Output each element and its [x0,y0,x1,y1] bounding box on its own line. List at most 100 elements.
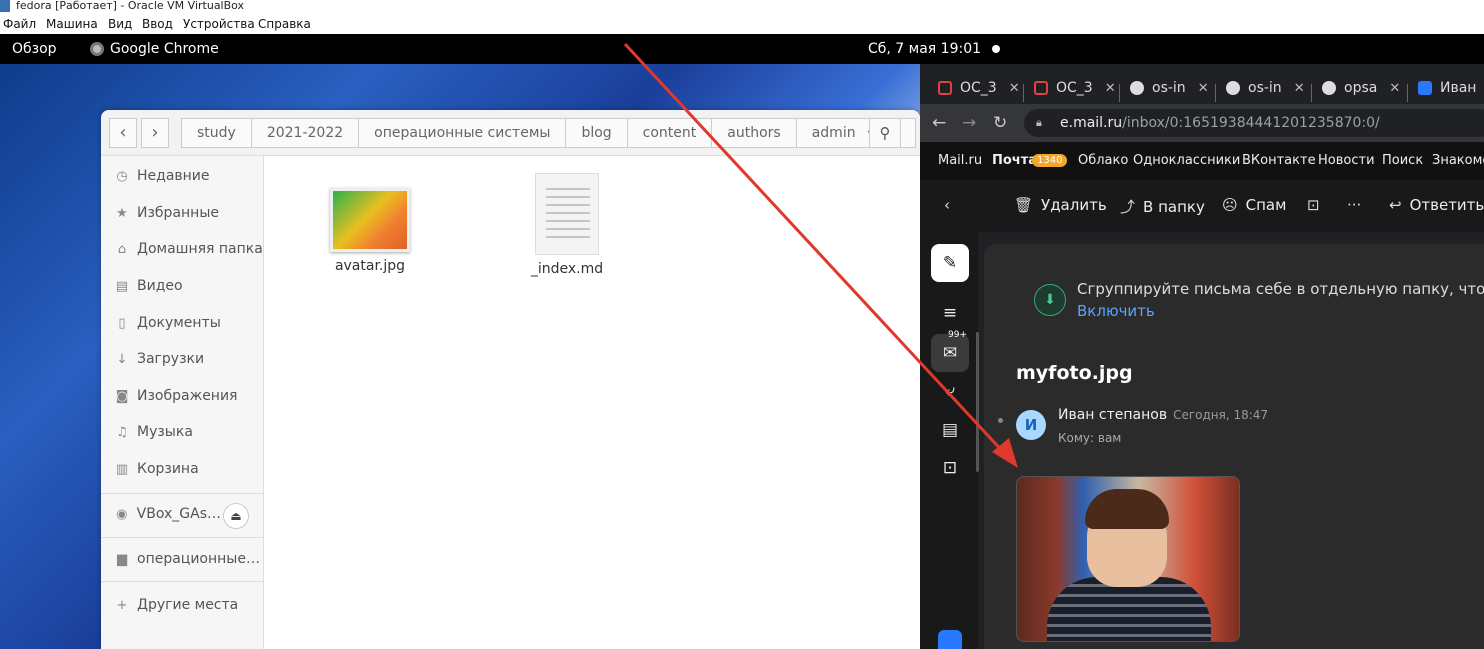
portal-link-mail[interactable]: Почта [992,153,1037,168]
mail-left-rail: ✎ ≡ ✉ 99+ ⤶ ▤ ⊡ [920,232,979,649]
sidebar-item-home[interactable]: ⌂ Домашняя папка [101,234,264,264]
forward-button[interactable]: › [141,118,169,148]
github-icon [1130,81,1144,95]
tab-4[interactable]: os-in ✕ [1226,78,1305,98]
message-view: ⬇ Сгруппируйте письма себе в отдельную п… [984,244,1484,649]
delete-button[interactable]: 🗑︎ Удалить [1014,196,1107,214]
url-path: /inbox/0:16519384441201235870:0/ [1122,115,1380,131]
crumb-content[interactable]: content [628,119,713,147]
search-icon: ⚲ [879,124,891,142]
file-item-avatar[interactable]: avatar.jpg [315,188,425,274]
file-item-index[interactable]: _index.md [512,173,622,277]
menu-button[interactable]: ≡ [931,294,969,332]
back-button[interactable]: ‹ [109,118,137,148]
sidebar-item-downloads[interactable]: ↓ Загрузки [101,344,264,374]
compose-button[interactable]: ✎ [931,244,969,282]
search-button[interactable]: ⚲ [869,118,901,148]
forward-arrow-icon[interactable]: → [962,113,976,133]
unread-dot-icon[interactable] [998,418,1003,423]
menu-file[interactable]: Файл [3,17,36,31]
vbox-titlebar: fedora [Работает] - Oracle VM VirtualBox [0,0,1484,14]
send-icon: ⤶ [945,381,955,401]
sent-button[interactable]: ⤶ [931,372,969,410]
tab-3[interactable]: os-in ✕ [1130,78,1209,98]
tab-label: opsa [1344,80,1378,96]
menu-help[interactable]: Справка [258,17,311,31]
crumb-os[interactable]: операционные системы [359,119,567,147]
clock[interactable]: Сб, 7 мая 19:01 [868,41,981,57]
tab-2[interactable]: ОС_3 ✕ [1034,78,1116,98]
sidebar-item-recent[interactable]: ◷ Недавние [101,161,264,191]
enable-link[interactable]: Включить [1077,302,1155,320]
move-to-folder-button[interactable]: ⤴ В папку [1120,196,1205,217]
download-icon: ↓ [116,351,128,367]
rail-scrollbar[interactable] [976,332,979,472]
close-icon[interactable]: ✕ [1198,81,1209,96]
message-date: Сегодня, 18:47 [1173,408,1269,422]
reload-icon[interactable]: ↻ [993,113,1007,133]
home-icon: ⌂ [117,241,127,257]
vk-app-icon[interactable] [938,630,962,649]
close-icon[interactable]: ✕ [1389,81,1400,96]
menu-machine[interactable]: Машина [46,17,98,31]
crumb-authors[interactable]: authors [712,119,797,147]
portal-link-cloud[interactable]: Облако [1078,153,1128,168]
crumb-blog[interactable]: blog [566,119,628,147]
sidebar-item-vbox-disc[interactable]: ◉ VBox_GAs… [101,499,221,529]
sidebar-item-music[interactable]: ♫ Музыка [101,417,264,447]
files-sidebar: ◷ Недавние ★ Избранные ⌂ Домашняя папка ▤ Ви… [101,156,264,649]
portal-link-dating[interactable]: Знакомства [1432,153,1484,168]
url-host: e.mail.ru [1060,115,1123,131]
attachment-image-preview[interactable] [1016,476,1240,642]
spam-button[interactable]: ☹ Спам [1222,196,1286,214]
crumb-study[interactable]: study [182,119,252,147]
portal-link-mailru[interactable]: Mail.ru [938,153,982,168]
menu-view[interactable]: Вид [108,17,132,31]
tab-1[interactable]: ОС_3 ✕ [938,78,1020,98]
reply-label: Ответить [1409,196,1484,214]
close-icon[interactable]: ✕ [1105,81,1116,96]
portal-link-vk[interactable]: ВКонтакте [1242,153,1316,168]
activities-button[interactable]: Обзор [12,41,57,57]
address-bar[interactable]: 🔒︎ e.mail.ru/inbox/0:16519384441201235870… [1024,109,1484,137]
pencil-icon: ✎ [942,253,958,273]
reply-button[interactable]: ↩ Ответить [1389,196,1484,214]
back-arrow-icon[interactable]: ← [932,113,946,133]
tab-6[interactable]: Иван [1418,78,1476,98]
more-button[interactable]: ··· [1347,196,1361,214]
menu-devices[interactable]: Устройства [183,17,255,31]
eject-icon: ⏏ [230,509,242,523]
tab-label: os-in [1152,80,1186,96]
sidebar-item-other-locations[interactable]: + Другие места [101,590,264,620]
close-icon[interactable]: ✕ [1009,81,1020,96]
more-icon: ··· [1347,196,1362,214]
drafts-button[interactable]: ▤ [931,411,969,449]
trash-icon: 🗑︎ [1014,196,1034,214]
app-menu[interactable]: Google Chrome [90,41,219,57]
portal-link-search[interactable]: Поиск [1382,153,1423,168]
sidebar-item-label: Музыка [137,424,193,440]
sidebar-item-video[interactable]: ▤ Видео [101,271,264,301]
sidebar-item-starred[interactable]: ★ Избранные [101,198,264,228]
video-icon: ▤ [115,278,129,294]
message-subject: myfoto.jpg [1016,362,1133,384]
eject-button[interactable]: ⏏ [223,503,249,529]
portal-link-ok[interactable]: Одноклассники [1133,153,1240,168]
crumb-year[interactable]: 2021-2022 [252,119,360,147]
sender-name[interactable]: Иван степанов [1058,407,1167,423]
back-button[interactable]: ‹ [944,196,950,214]
menu-input[interactable]: Ввод [142,17,173,31]
sidebar-item-pictures[interactable]: ◙ Изображения [101,381,264,411]
recipient-line: Кому: вам [1058,431,1122,445]
archive-button[interactable]: ⊡ [1307,196,1320,214]
close-icon[interactable]: ✕ [1294,81,1305,96]
sender-avatar[interactable]: И [1016,410,1046,440]
sidebar-item-documents[interactable]: ▯ Документы [101,308,264,338]
tab-5[interactable]: opsa ✕ [1322,78,1400,98]
archive-folder-button[interactable]: ⊡ [931,449,969,487]
trash-icon: ▥ [115,461,129,477]
sidebar-item-bookmark[interactable]: ▆ операционные… [101,544,264,574]
sidebar-item-trash[interactable]: ▥ Корзина [101,454,264,484]
portal-link-news[interactable]: Новости [1318,153,1375,168]
hamburger-icon: ≡ [942,303,958,323]
